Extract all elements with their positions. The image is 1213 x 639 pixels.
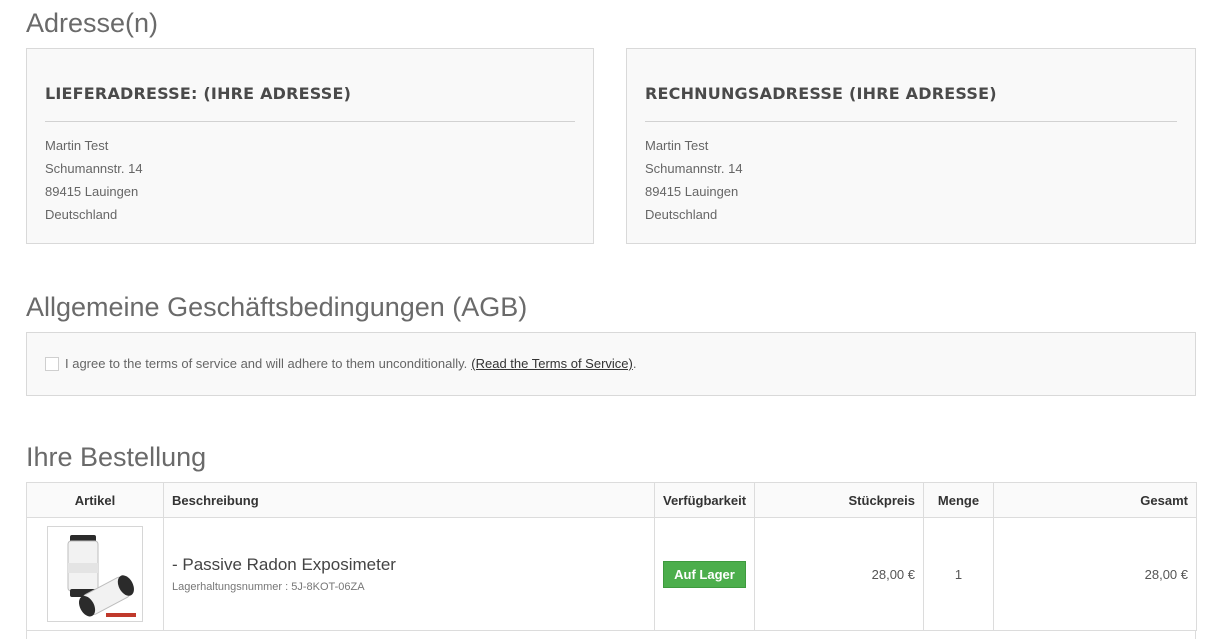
in-stock-badge: Auf Lager	[663, 560, 746, 588]
billing-address-lines: Martin Test Schumannstr. 14 89415 Lauing…	[645, 134, 743, 226]
terms-link-suffix: .	[632, 356, 637, 371]
column-header-description: Beschreibung	[163, 482, 655, 518]
terms-agreement-row: I agree to the terms of service and will…	[45, 356, 637, 371]
billing-city: 89415 Lauingen	[645, 184, 739, 199]
order-table: Artikel Beschreibung Verfügbarkeit Stück…	[26, 482, 1197, 631]
column-header-unit-price: Stückpreis	[754, 482, 924, 518]
total-cell: 28,00 €	[993, 517, 1197, 631]
column-header-article: Artikel	[26, 482, 164, 518]
availability-cell: Auf Lager	[654, 517, 755, 631]
product-thumbnail[interactable]	[47, 526, 143, 622]
billing-name: Martin Test	[645, 138, 709, 153]
product-sku: Lagerhaltungsnummer : 5J-8KOT-06ZA	[172, 581, 365, 593]
article-cell	[26, 517, 164, 631]
terms-agree-text[interactable]: I agree to the terms of service and will…	[65, 356, 467, 371]
product-image	[48, 527, 142, 621]
column-header-quantity: Menge	[923, 482, 994, 518]
quantity-cell: 1	[923, 517, 994, 631]
delivery-address-box: LIEFERADRESSE: (IHRE ADRESSE) Martin Tes…	[26, 48, 594, 244]
terms-of-service-link[interactable]: (Read the Terms of Service)	[471, 356, 633, 371]
order-table-header: Artikel Beschreibung Verfügbarkeit Stück…	[26, 482, 1197, 518]
addresses-title: Adresse(n)	[26, 8, 159, 38]
order-table-next-row-edge	[26, 630, 1196, 639]
unit-price-cell: 28,00 €	[754, 517, 924, 631]
column-header-availability: Verfügbarkeit	[654, 482, 755, 518]
delivery-name: Martin Test	[45, 138, 109, 153]
delivery-street: Schumannstr. 14	[45, 161, 143, 176]
product-name[interactable]: - Passive Radon Exposimeter	[172, 555, 646, 575]
billing-address-heading: RECHNUNGSADRESSE (IHRE ADRESSE)	[645, 83, 1177, 122]
delivery-city: 89415 Lauingen	[45, 184, 139, 199]
description-cell: - Passive Radon Exposimeter Lagerhaltung…	[163, 517, 655, 631]
terms-checkbox[interactable]	[45, 356, 59, 371]
billing-street: Schumannstr. 14	[645, 161, 743, 176]
billing-address-box: RECHNUNGSADRESSE (IHRE ADRESSE) Martin T…	[626, 48, 1196, 244]
terms-title: Allgemeine Geschäftsbedingungen (AGB)	[26, 292, 528, 322]
delivery-address-heading: LIEFERADRESSE: (IHRE ADRESSE)	[45, 83, 575, 122]
delivery-address-lines: Martin Test Schumannstr. 14 89415 Lauing…	[45, 134, 143, 226]
billing-country: Deutschland	[645, 207, 718, 222]
checkout-page: Adresse(n) LIEFERADRESSE: (IHRE ADRESSE)…	[0, 0, 1213, 639]
terms-box: I agree to the terms of service and will…	[26, 332, 1196, 396]
table-row: - Passive Radon Exposimeter Lagerhaltung…	[26, 517, 1197, 631]
delivery-country: Deutschland	[45, 207, 118, 222]
order-title: Ihre Bestellung	[26, 442, 207, 472]
column-header-total: Gesamt	[993, 482, 1197, 518]
